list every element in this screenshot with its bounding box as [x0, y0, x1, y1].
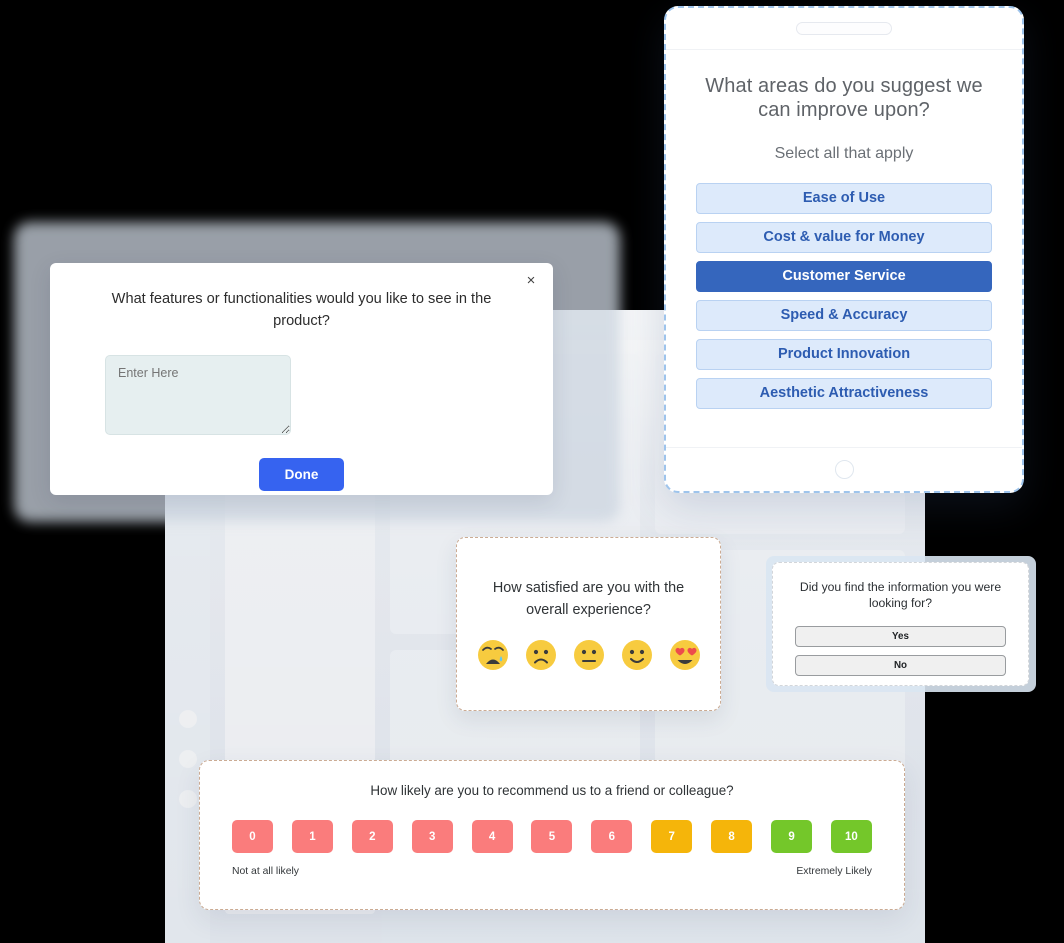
- improve-subtitle: Select all that apply: [774, 144, 914, 162]
- nps-score-0[interactable]: 0: [232, 820, 273, 853]
- satisfaction-card: How satisfied are you with the overall e…: [456, 537, 721, 711]
- improve-option-label: Aesthetic Attractiveness: [759, 385, 929, 402]
- improve-option-3[interactable]: Customer Service: [696, 260, 992, 292]
- nps-score-5[interactable]: 5: [531, 820, 573, 853]
- yesno-button-yes[interactable]: Yes: [795, 625, 1006, 647]
- tablet-screen: What areas do you suggest we can improve…: [666, 50, 1022, 419]
- nps-score-6[interactable]: 6: [591, 820, 633, 853]
- features-modal: × What features or functionalities would…: [50, 263, 553, 495]
- nps-score-1[interactable]: 1: [291, 820, 333, 853]
- neutral-face-emoji[interactable]: [573, 639, 605, 671]
- tablet-home-button-icon[interactable]: [834, 460, 854, 479]
- improve-option-2[interactable]: Cost & value for Money: [696, 221, 992, 253]
- improve-option-label: Customer Service: [782, 268, 906, 285]
- background-sidebar-dot: [179, 750, 197, 768]
- done-button[interactable]: Done: [258, 457, 345, 491]
- slightly-smiling-face-emoji[interactable]: [621, 639, 653, 671]
- close-icon[interactable]: ×: [523, 273, 539, 289]
- yesno-button-group: Yes No: [795, 625, 1006, 676]
- improve-option-1[interactable]: Ease of Use: [696, 182, 992, 214]
- background-sidebar-dot: [179, 710, 197, 728]
- improve-option-4[interactable]: Speed & Accuracy: [696, 299, 992, 331]
- modal-actions: Done: [50, 457, 553, 491]
- improve-option-6[interactable]: Aesthetic Attractiveness: [696, 377, 992, 409]
- yesno-question: Did you find the information you were lo…: [799, 580, 1002, 611]
- satisfaction-question: How satisfied are you with the overall e…: [492, 579, 685, 618]
- yesno-card: Did you find the information you were lo…: [772, 562, 1029, 686]
- nps-score-8[interactable]: 8: [711, 820, 753, 853]
- nps-score-2[interactable]: 2: [351, 820, 393, 853]
- nps-score-3[interactable]: 3: [411, 820, 453, 853]
- improve-option-label: Ease of Use: [802, 190, 886, 207]
- nps-score-9[interactable]: 9: [771, 820, 813, 853]
- satisfaction-emoji-row: [477, 639, 701, 671]
- tablet-top-bar: [666, 8, 1022, 50]
- nps-scale-labels: Not at all likely Extremely Likely: [232, 866, 872, 877]
- tablet-bottom-bar: [666, 447, 1022, 491]
- nps-high-label: Extremely Likely: [796, 866, 872, 877]
- screenshot-stage: What areas do you suggest we can improve…: [0, 0, 1064, 943]
- background-sidebar-dot: [179, 790, 197, 808]
- yesno-button-no[interactable]: No: [795, 654, 1006, 676]
- frowning-face-emoji[interactable]: [525, 639, 557, 671]
- heart-eyes-face-emoji[interactable]: [669, 639, 701, 671]
- nps-score-row: 0 1 2 3 4 5 6 7 8 9 10: [232, 820, 872, 853]
- features-question: What features or functionalities would y…: [111, 291, 492, 329]
- improve-option-5[interactable]: Product Innovation: [696, 338, 992, 370]
- nps-score-7[interactable]: 7: [651, 820, 693, 853]
- improve-option-label: Product Innovation: [777, 346, 911, 363]
- nps-card: How likely are you to recommend us to a …: [199, 760, 905, 910]
- nps-low-label: Not at all likely: [232, 866, 299, 877]
- improve-option-label: Speed & Accuracy: [780, 307, 908, 324]
- features-input[interactable]: [105, 354, 291, 435]
- nps-score-10[interactable]: 10: [830, 820, 872, 853]
- tablet-speaker-icon: [796, 22, 892, 35]
- improve-option-label: Cost & value for Money: [763, 229, 925, 246]
- improve-options-list: Ease of Use Cost & value for Money Custome…: [696, 182, 992, 409]
- crying-face-emoji[interactable]: [477, 639, 509, 671]
- nps-score-4[interactable]: 4: [471, 820, 513, 853]
- nps-question: How likely are you to recommend us to a …: [370, 783, 734, 798]
- improve-question: What areas do you suggest we can improve…: [705, 75, 983, 122]
- tablet-device: What areas do you suggest we can improve…: [664, 6, 1024, 493]
